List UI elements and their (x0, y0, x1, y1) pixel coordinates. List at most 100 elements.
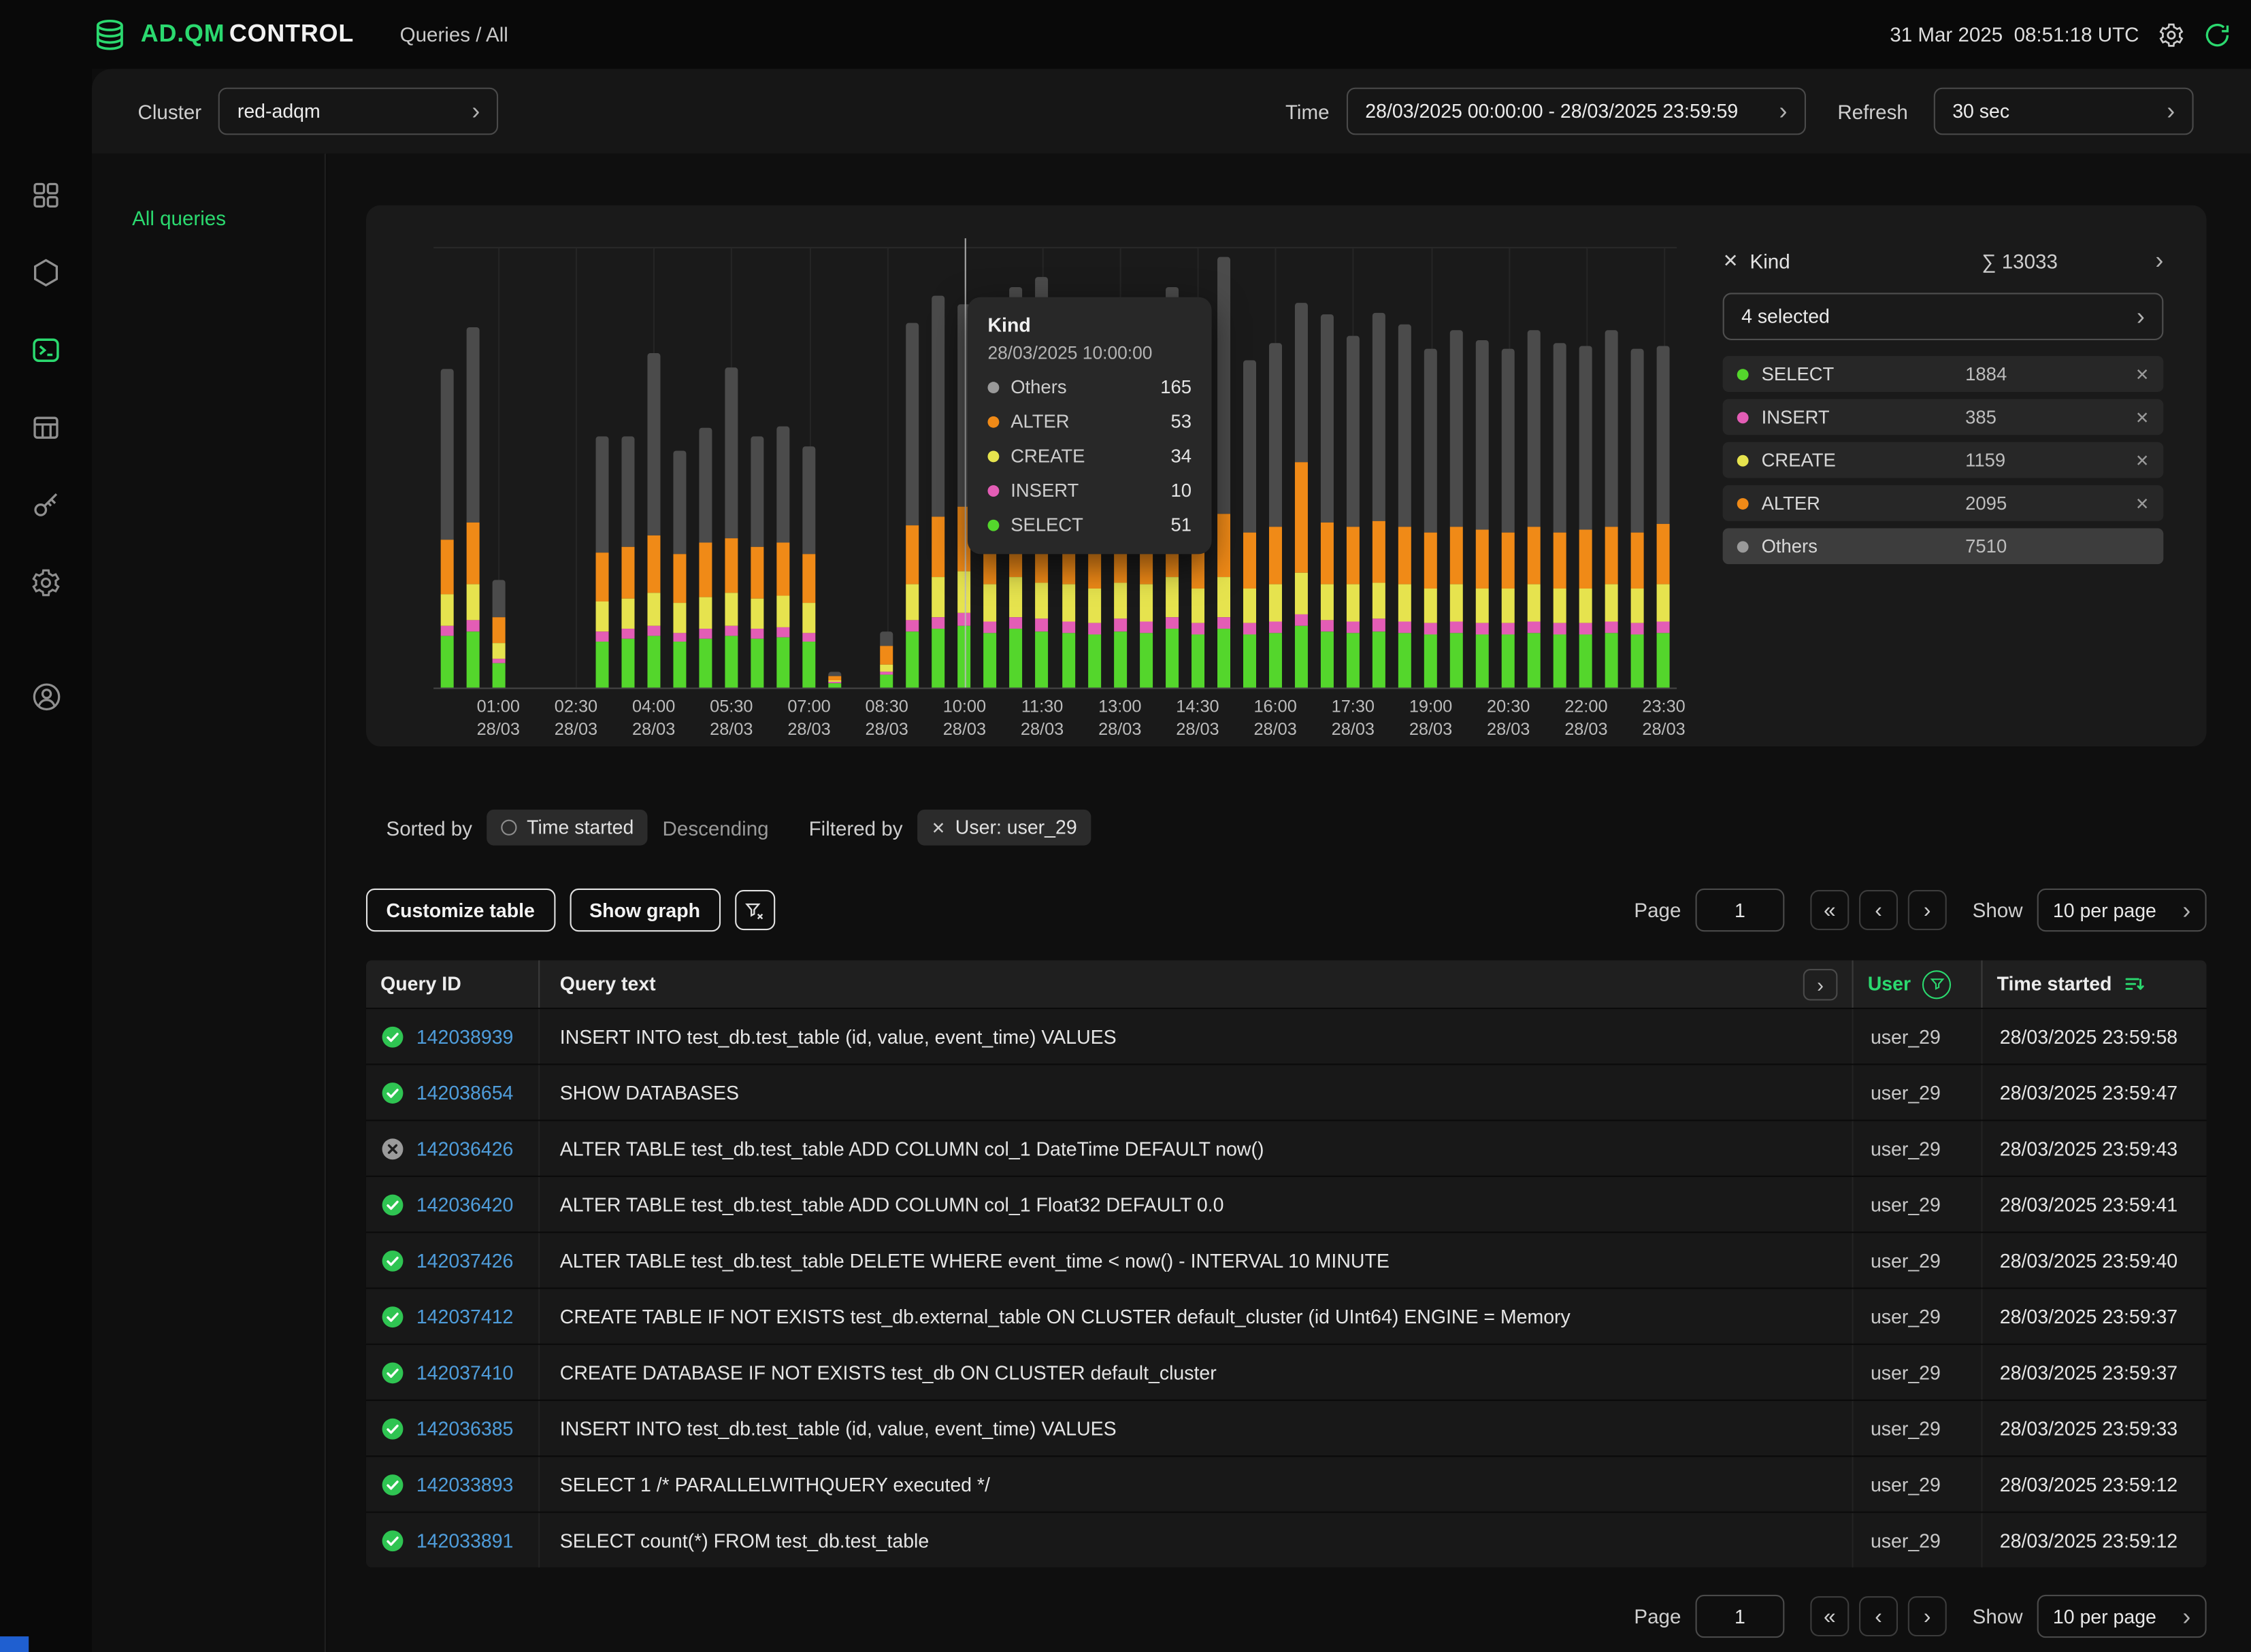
query-text-cell: ALTER TABLE test_db.test_table ADD COLUM… (538, 1121, 1852, 1176)
col-header-time-started[interactable]: Time started (1981, 960, 2206, 1008)
status-success-icon (380, 1192, 405, 1217)
bar-segment-alter (1658, 524, 1671, 585)
show-graph-button[interactable]: Show graph (570, 889, 721, 931)
sort-descending-icon[interactable] (2123, 973, 2145, 995)
kind-item[interactable]: SELECT1884✕ (1723, 356, 2164, 392)
kind-item[interactable]: Others7510 (1723, 528, 2164, 564)
kind-item[interactable]: CREATE1159✕ (1723, 442, 2164, 478)
bar-06:00 (751, 437, 763, 688)
bar-segment-insert (440, 627, 453, 636)
remove-kind-filter-icon[interactable]: ✕ (1723, 249, 1750, 272)
bar-segment-others (440, 368, 453, 540)
col-header-user[interactable]: User (1852, 960, 1982, 1008)
auto-update-icon[interactable] (2203, 21, 2231, 48)
table-row[interactable]: 142033893SELECT 1 /* PARALLELWITHQUERY e… (366, 1455, 2207, 1511)
time-range-select[interactable]: 28/03/2025 00:00:00 - 28/03/2025 23:59:5… (1347, 88, 1806, 135)
table-row[interactable]: 142037412CREATE TABLE IF NOT EXISTS test… (366, 1287, 2207, 1343)
time-started-cell: 28/03/2025 23:59:40 (1981, 1233, 2206, 1287)
first-page-button[interactable]: « (1810, 890, 1849, 930)
page-input[interactable] (1695, 889, 1784, 931)
next-page-button[interactable]: › (1908, 1596, 1947, 1636)
settings-gear-icon[interactable] (2158, 21, 2185, 48)
bar-20:30 (1502, 349, 1515, 688)
table-row[interactable]: 142038654SHOW DATABASESuser_2928/03/2025… (366, 1063, 2207, 1119)
per-page-select[interactable]: 10 per page › (2037, 889, 2207, 931)
per-page-select[interactable]: 10 per page › (2037, 1595, 2207, 1638)
customize-table-button[interactable]: Customize table (366, 889, 555, 931)
remove-kind-item-icon[interactable]: ✕ (2135, 450, 2149, 470)
query-id-link[interactable]: 142038939 (416, 1025, 514, 1047)
query-id-link[interactable]: 142036426 (416, 1138, 514, 1159)
bar-segment-select (1398, 633, 1411, 688)
bar-segment-insert (647, 625, 660, 636)
user-filter-chip[interactable]: ✕ User: user_29 (917, 810, 1091, 846)
query-id-link[interactable]: 142038654 (416, 1082, 514, 1104)
expand-query-column-icon[interactable]: › (1803, 968, 1838, 1000)
table-row[interactable]: 142037426ALTER TABLE test_db.test_table … (366, 1232, 2207, 1287)
bar-segment-select (906, 631, 919, 688)
col-header-query-text[interactable]: Query text › (538, 960, 1852, 1008)
nav-profile-icon[interactable] (17, 667, 74, 725)
bar-segment-insert (776, 627, 789, 637)
query-id-link[interactable]: 142037426 (416, 1249, 514, 1271)
query-id-link[interactable]: 142036385 (416, 1417, 514, 1439)
remove-kind-item-icon[interactable]: ✕ (2135, 407, 2149, 427)
kind-item[interactable]: INSERT385✕ (1723, 399, 2164, 435)
user-filter-icon[interactable] (1922, 970, 1951, 998)
bar-segment-others (776, 426, 789, 542)
prev-page-button[interactable]: ‹ (1859, 890, 1898, 930)
table-row[interactable]: 142038939INSERT INTO test_db.test_table … (366, 1008, 2207, 1063)
chart-card: 01:0028/0302:3028/0304:0028/0305:3028/03… (366, 205, 2207, 746)
sort-direction[interactable]: Descending (663, 816, 769, 839)
query-id-link[interactable]: 142036420 (416, 1193, 514, 1215)
nav-dashboard-icon[interactable] (17, 167, 74, 224)
query-id-link[interactable]: 142033893 (416, 1474, 514, 1496)
kind-multiselect[interactable]: 4 selected › (1723, 293, 2164, 340)
bar-23:00 (1632, 349, 1645, 688)
subnav-item-all-queries[interactable]: All queries (132, 207, 325, 230)
kind-item[interactable]: ALTER2095✕ (1723, 485, 2164, 521)
next-page-button[interactable]: › (1908, 890, 1947, 930)
bar-segment-create (1269, 585, 1282, 622)
bar-segment-create (1398, 585, 1411, 622)
table-row[interactable]: 142033891SELECT count(*) FROM test_db.te… (366, 1512, 2207, 1568)
reset-filters-button[interactable] (735, 890, 775, 930)
remove-kind-item-icon[interactable]: ✕ (2135, 364, 2149, 384)
table-header: Query ID Query text › User Time started (366, 960, 2207, 1008)
table-row[interactable]: 142037410CREATE DATABASE IF NOT EXISTS t… (366, 1344, 2207, 1400)
bar-segment-alter (1632, 532, 1645, 589)
nav-queries-icon[interactable] (17, 322, 74, 379)
col-header-query-id[interactable]: Query ID (366, 960, 538, 1008)
nav-tables-icon[interactable] (17, 399, 74, 456)
kind-expand-icon[interactable]: › (2141, 248, 2163, 273)
nav-access-key-icon[interactable] (17, 476, 74, 533)
table-row[interactable]: 142036426 ALTER TABLE test_db.test_table … (366, 1120, 2207, 1176)
pagination-buttons: « ‹ › (1810, 1596, 1946, 1636)
query-id-link[interactable]: 142033891 (416, 1530, 514, 1551)
table-row[interactable]: 142036420ALTER TABLE test_db.test_table … (366, 1176, 2207, 1232)
first-page-button[interactable]: « (1810, 1596, 1849, 1636)
time-started-cell: 28/03/2025 23:59:33 (1981, 1401, 2206, 1455)
table-row[interactable]: 142036385INSERT INTO test_db.test_table … (366, 1400, 2207, 1455)
bar-segment-select (1113, 631, 1126, 688)
nav-clusters-icon[interactable] (17, 244, 74, 301)
bar-segment-alter (803, 555, 816, 604)
query-id-cell: 142036385 (366, 1401, 538, 1455)
remove-kind-item-icon[interactable]: ✕ (2135, 493, 2149, 514)
bar-segment-alter (1579, 530, 1592, 589)
bar-segment-select (1269, 633, 1282, 688)
refresh-interval-select[interactable]: 30 sec › (1934, 88, 2194, 135)
query-id-link[interactable]: 142037412 (416, 1306, 514, 1327)
cluster-select[interactable]: red-adqm › (218, 88, 498, 135)
page-input[interactable] (1695, 1595, 1784, 1638)
bar-segment-select (725, 636, 738, 687)
query-id-link[interactable]: 142037410 (416, 1361, 514, 1383)
sort-field-pill[interactable]: Time started (487, 810, 648, 846)
bar-segment-alter (699, 543, 712, 597)
tooltip-row: ALTER53 (987, 410, 1192, 432)
remove-filter-icon[interactable]: ✕ (932, 817, 945, 838)
prev-page-button[interactable]: ‹ (1859, 1596, 1898, 1636)
nav-settings-icon[interactable] (17, 554, 74, 611)
breadcrumb[interactable]: Queries / All (400, 23, 508, 46)
bar-segment-alter (1424, 532, 1437, 589)
